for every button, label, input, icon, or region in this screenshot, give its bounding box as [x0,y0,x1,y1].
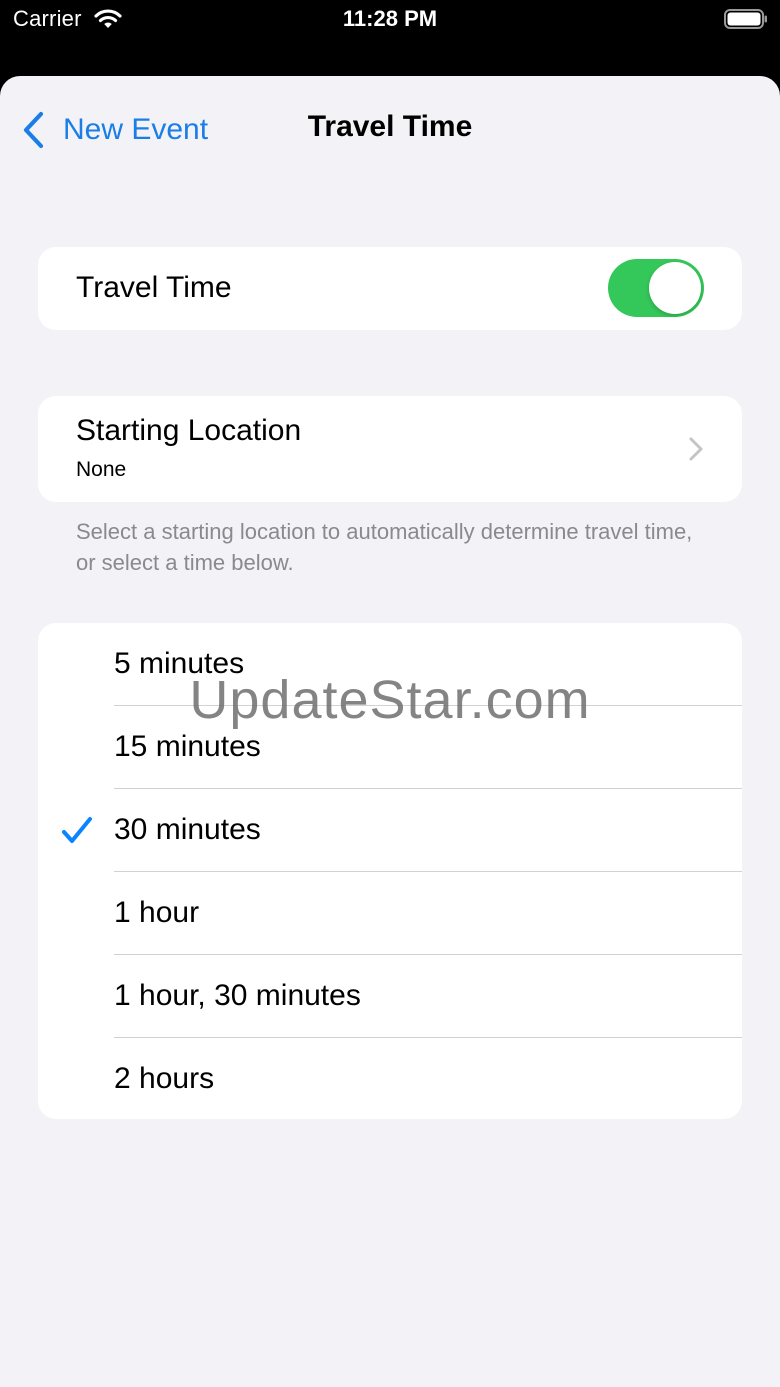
checkmark-icon [62,817,92,843]
switch-knob [649,262,701,314]
starting-location-value: None [76,458,127,481]
time-option-label: 15 minutes [114,730,261,763]
chevron-right-icon [689,437,703,461]
status-time: 11:28 PM [342,6,438,31]
starting-location-label: Starting Location [76,414,302,447]
time-option-row[interactable]: 1 hour [38,872,742,955]
page-title: Travel Time [307,110,473,143]
battery-icon [724,9,767,29]
time-option-row[interactable]: 2 hours [38,1038,742,1119]
travel-time-label: Travel Time [76,271,232,304]
time-option-label: 1 hour, 30 minutes [114,979,361,1012]
sheet: New Event Travel Time Travel Time Starti… [0,76,780,1387]
time-option-label: 1 hour [114,896,200,929]
starting-location-footnote: Select a starting location to automatica… [76,519,693,575]
travel-time-switch[interactable] [608,259,704,317]
time-option-label: 2 hours [114,1062,215,1095]
travel-time-toggle-row: Travel Time [38,247,742,330]
watermark: UpdateStar.com [189,670,591,730]
status-bar: Carrier 11:28 PM [0,0,780,40]
screen: Carrier 11:28 PM New Event Travel Time T… [0,0,780,1387]
time-option-row[interactable]: 1 hour, 30 minutes [38,955,742,1038]
time-option-row[interactable]: 30 minutes [38,789,742,872]
starting-location-row[interactable]: Starting Location None [38,396,742,502]
time-option-label: 30 minutes [114,813,261,846]
